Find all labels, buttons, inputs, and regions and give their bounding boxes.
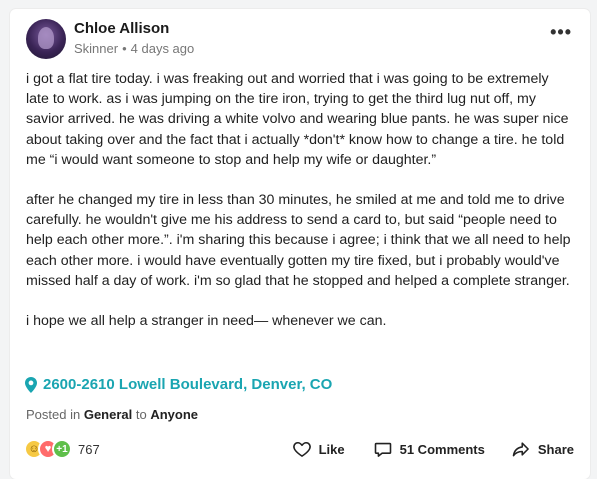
posted-in-line: Posted in General to Anyone	[26, 407, 198, 422]
post-meta: Skinner • 4 days ago	[74, 41, 194, 56]
avatar[interactable]	[26, 19, 66, 59]
comment-bubble-icon	[374, 442, 391, 457]
reaction-count: 767	[78, 441, 100, 457]
posted-mid: to	[135, 407, 147, 422]
share-arrow-icon	[512, 442, 529, 457]
like-label: Like	[318, 441, 345, 457]
post-card: Chloe Allison Skinner • 4 days ago ••• i g…	[10, 9, 590, 479]
timestamp[interactable]: 4 days ago	[131, 41, 195, 56]
category-link[interactable]: General	[84, 407, 132, 422]
posted-prefix: Posted in	[26, 407, 81, 422]
separator-dot: •	[122, 41, 127, 56]
plus-one-icon: +1	[52, 439, 72, 459]
post-footer: ☺ ♥ +1 767 Like 51 Comments Share	[24, 436, 574, 466]
post-paragraph-1: i got a flat tire today. i was freaking …	[26, 71, 569, 168]
author-name[interactable]: Chloe Allison	[74, 20, 169, 37]
share-button[interactable]: Share	[511, 439, 574, 459]
location-pin-icon	[25, 376, 37, 393]
neighborhood-link[interactable]: Skinner	[74, 41, 118, 56]
reactions-summary[interactable]: ☺ ♥ +1 767	[24, 439, 100, 459]
like-button[interactable]: Like	[292, 439, 345, 459]
post-paragraph-2: after he changed my tire in less than 30…	[26, 192, 571, 289]
audience-link[interactable]: Anyone	[150, 407, 198, 422]
location-text: 2600-2610 Lowell Boulevard, Denver, CO	[43, 376, 333, 393]
post-paragraph-3: i hope we all help a stranger in need— w…	[26, 313, 387, 330]
share-label: Share	[537, 441, 574, 457]
post-header: Chloe Allison Skinner • 4 days ago •••	[26, 19, 574, 61]
comments-label: 51 Comments	[399, 441, 485, 457]
post-actions: Like 51 Comments Share	[292, 439, 574, 459]
more-options-icon[interactable]: •••	[550, 23, 572, 41]
post-body: i got a flat tire today. i was freaking …	[26, 69, 571, 331]
location-link[interactable]: 2600-2610 Lowell Boulevard, Denver, CO	[25, 376, 332, 393]
heart-outline-icon	[292, 441, 311, 457]
comments-button[interactable]: 51 Comments	[373, 439, 485, 459]
